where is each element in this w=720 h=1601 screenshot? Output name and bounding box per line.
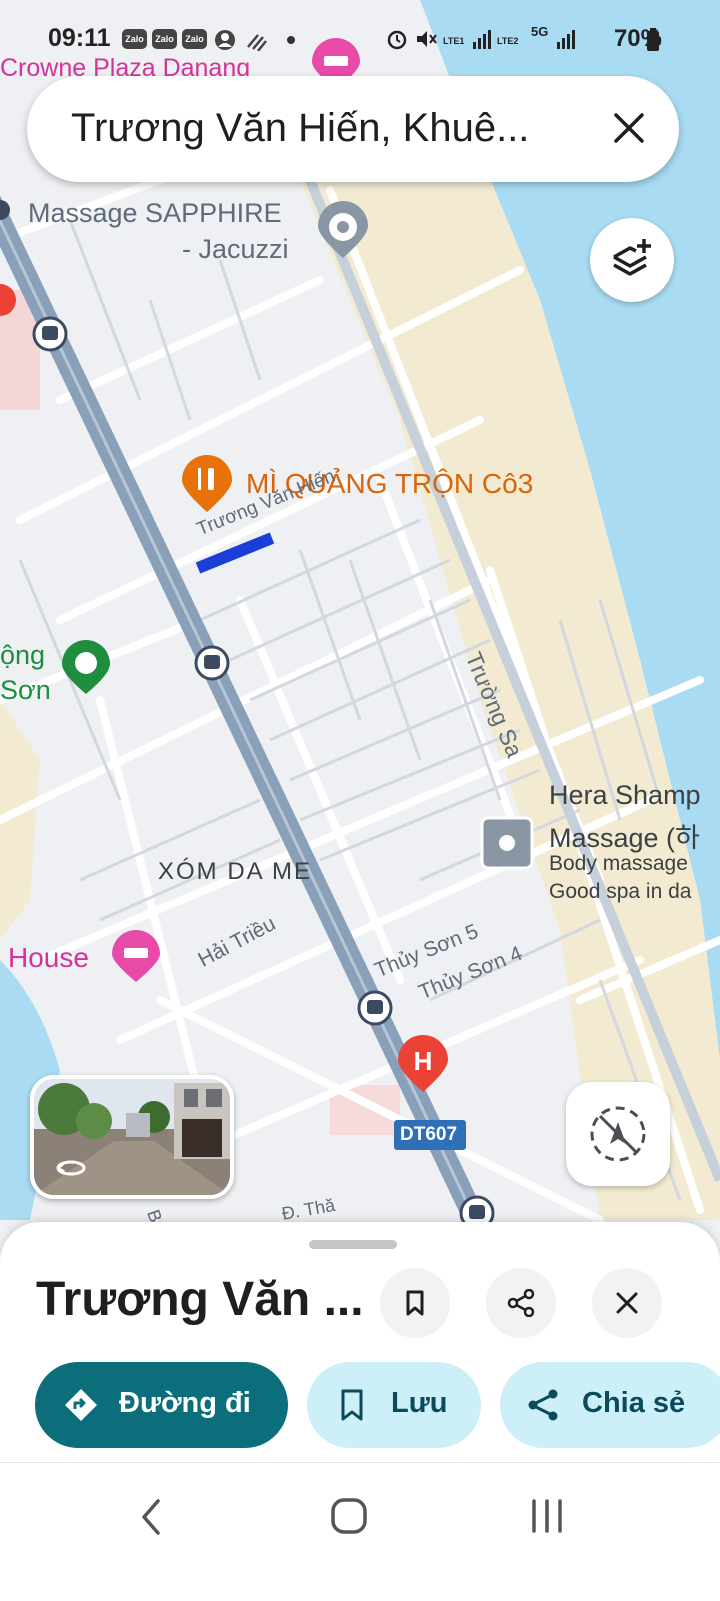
more-notifications-dot — [287, 36, 295, 44]
rotate-360-icon — [56, 1160, 86, 1176]
spa-pin-icon — [480, 816, 534, 870]
share-icon — [507, 1289, 535, 1317]
signal-icon — [473, 30, 491, 49]
save-label: Lưu — [391, 1387, 448, 1419]
volte-lte2-label: LTE2 — [497, 36, 519, 46]
nfc-icon — [247, 34, 267, 51]
place-label-hera-4: Good spa in da — [549, 880, 692, 903]
place-label-dong-son-1: ộng — [0, 640, 46, 670]
close-icon — [616, 1292, 638, 1314]
share-button[interactable]: Chia sẻ — [500, 1362, 720, 1448]
neighborhood-label: XÓM DA ME — [158, 858, 313, 885]
bookmark-icon — [341, 1389, 363, 1421]
bus-stop-icon — [357, 990, 393, 1026]
place-label-hera-3: Body massage — [549, 852, 688, 875]
bus-stop-icon — [32, 316, 68, 352]
sheet-drag-handle[interactable] — [309, 1240, 397, 1249]
status-time: 09:11 — [48, 24, 111, 52]
bus-stop-icon — [194, 645, 230, 681]
location-disabled-icon — [590, 1106, 646, 1162]
account-icon — [215, 30, 235, 50]
layers-button[interactable] — [590, 218, 674, 302]
directions-label: Đường đi — [119, 1387, 251, 1419]
place-label-massage-sapphire[interactable]: Massage SAPPHIRE — [28, 198, 282, 229]
place-label-hera-1[interactable]: Hera Shamp — [549, 780, 701, 811]
zalo-notification-icon: Zalo — [122, 29, 147, 49]
layers-add-icon — [613, 239, 651, 276]
bookmark-icon — [406, 1290, 424, 1316]
svg-text:H: H — [414, 1046, 433, 1076]
place-label-hera-2[interactable]: Massage (하 — [549, 816, 700, 855]
directions-button[interactable]: Đường đi — [35, 1362, 288, 1448]
recent-apps-icon[interactable] — [528, 1497, 566, 1535]
place-label-house[interactable]: House — [8, 942, 89, 974]
my-location-button[interactable] — [566, 1082, 670, 1186]
zalo-notification-icon: Zalo — [182, 29, 207, 49]
save-button[interactable]: Lưu — [307, 1362, 481, 1448]
zalo-notification-icon: Zalo — [152, 29, 177, 49]
mute-icon — [417, 31, 437, 47]
alarm-icon — [387, 30, 407, 50]
share-label: Chia sẻ — [582, 1387, 686, 1419]
volte-lte1-label: LTE1 — [443, 36, 465, 46]
place-label-dong-son-2: Sơn — [0, 675, 51, 705]
signal-icon — [557, 30, 575, 49]
back-icon[interactable] — [136, 1497, 166, 1537]
place-title: Trương Văn ... — [36, 1273, 364, 1326]
save-icon-button[interactable] — [380, 1268, 450, 1338]
home-icon[interactable] — [330, 1497, 368, 1535]
directions-icon — [65, 1389, 97, 1421]
route-label-dt607: DT607 — [400, 1124, 458, 1145]
search-query[interactable]: Trương Văn Hiến, Khuê... — [71, 106, 529, 151]
share-icon-button[interactable] — [486, 1268, 556, 1338]
system-nav-bar — [0, 1462, 720, 1601]
search-bar[interactable]: Trương Văn Hiến, Khuê... — [27, 76, 679, 182]
battery-icon — [647, 28, 659, 51]
close-sheet-button[interactable] — [592, 1268, 662, 1338]
network-type-label: 5G — [531, 24, 549, 39]
street-view-thumbnail[interactable] — [30, 1075, 234, 1199]
close-icon[interactable] — [609, 108, 649, 148]
place-label-massage-sapphire-2[interactable]: - Jacuzzi — [182, 234, 289, 265]
share-icon — [528, 1389, 558, 1421]
status-bar: 09:11 Zalo Zalo Zalo LTE1 LTE2 5G 70% — [0, 0, 720, 80]
